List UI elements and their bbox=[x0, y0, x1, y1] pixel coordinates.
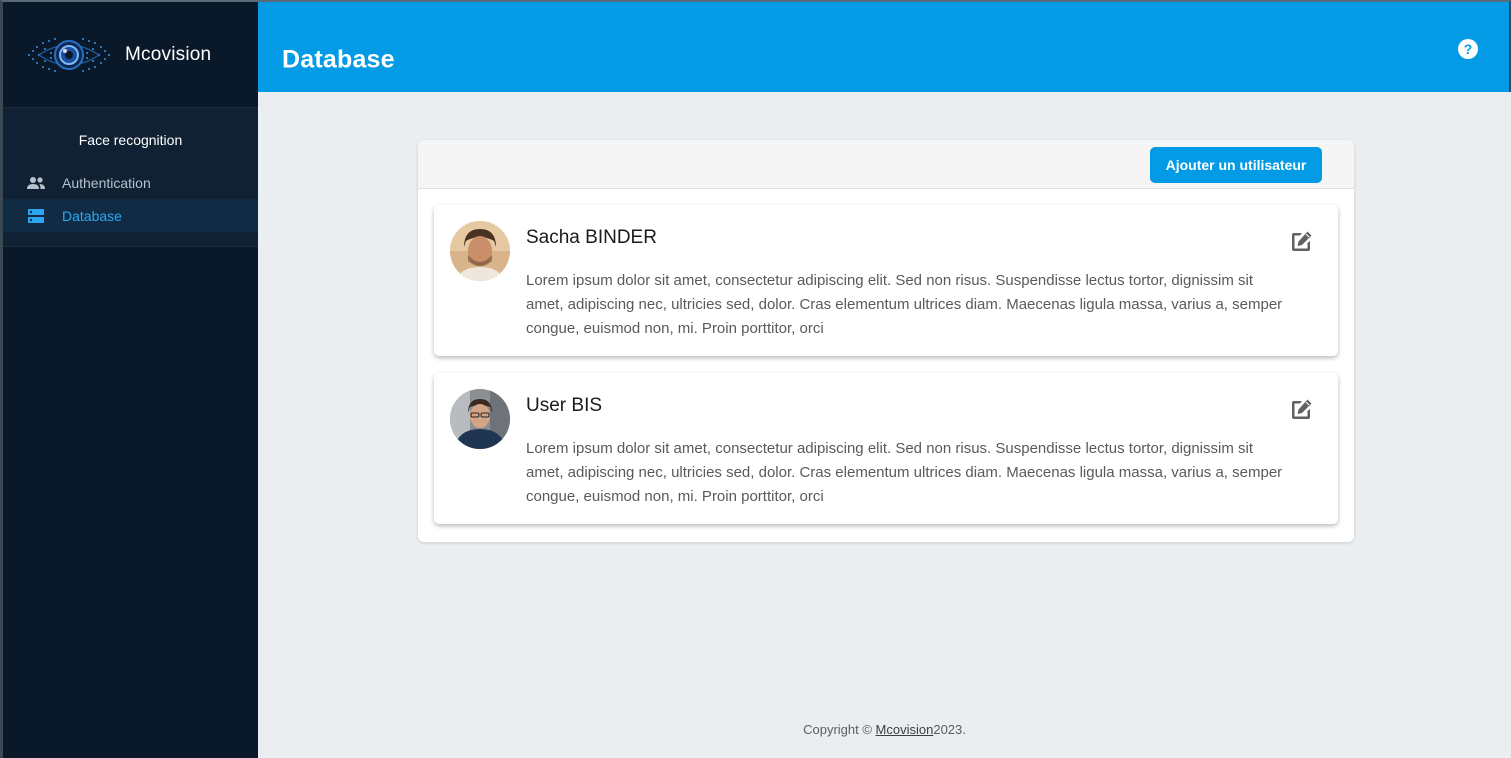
user-description: Lorem ipsum dolor sit amet, consectetur … bbox=[526, 440, 1283, 505]
add-user-button[interactable]: Ajouter un utilisateur bbox=[1150, 147, 1322, 183]
user-name: User BIS bbox=[526, 395, 603, 416]
sidebar-nav: Face recognition Authentication Database bbox=[3, 108, 258, 247]
eye-logo-icon bbox=[28, 37, 110, 72]
edit-icon[interactable] bbox=[1288, 229, 1314, 255]
svg-text:?: ? bbox=[1464, 41, 1473, 57]
brand[interactable]: Mcovision bbox=[3, 2, 258, 108]
help-circle-icon[interactable]: ? bbox=[1457, 38, 1479, 60]
footer: Copyright © Mcovision2023. bbox=[258, 722, 1511, 737]
sidebar-item-database[interactable]: Database bbox=[3, 199, 258, 232]
nav-section-title: Face recognition bbox=[78, 132, 183, 148]
avatar bbox=[450, 221, 510, 281]
top-header: Database ? bbox=[258, 0, 1511, 92]
storage-icon bbox=[25, 205, 47, 227]
edit-icon[interactable] bbox=[1288, 397, 1314, 423]
people-icon bbox=[25, 172, 47, 194]
panel-toolbar: Ajouter un utilisateur bbox=[418, 140, 1354, 189]
sidebar-item-authentication[interactable]: Authentication bbox=[3, 166, 258, 199]
sidebar-item-label: Database bbox=[62, 207, 122, 224]
user-card: Sacha BINDER Lorem ipsum dolor sit amet,… bbox=[434, 205, 1338, 356]
users-panel: Ajouter un utilisateur Sacha BINDER Lore… bbox=[418, 140, 1354, 542]
footer-prefix: Copyright © bbox=[803, 722, 876, 737]
sidebar-item-label: Authentication bbox=[62, 174, 151, 191]
user-name: Sacha BINDER bbox=[526, 227, 657, 248]
avatar bbox=[450, 389, 510, 449]
footer-link[interactable]: Mcovision bbox=[876, 722, 934, 737]
sidebar: Mcovision Face recognition Authenticatio… bbox=[0, 0, 258, 758]
page-title: Database bbox=[282, 45, 395, 74]
app-name: Mcovision bbox=[125, 43, 212, 65]
footer-suffix: 2023. bbox=[933, 722, 966, 737]
user-card: User BIS Lorem ipsum dolor sit amet, con… bbox=[434, 373, 1338, 524]
user-description: Lorem ipsum dolor sit amet, consectetur … bbox=[526, 272, 1283, 337]
